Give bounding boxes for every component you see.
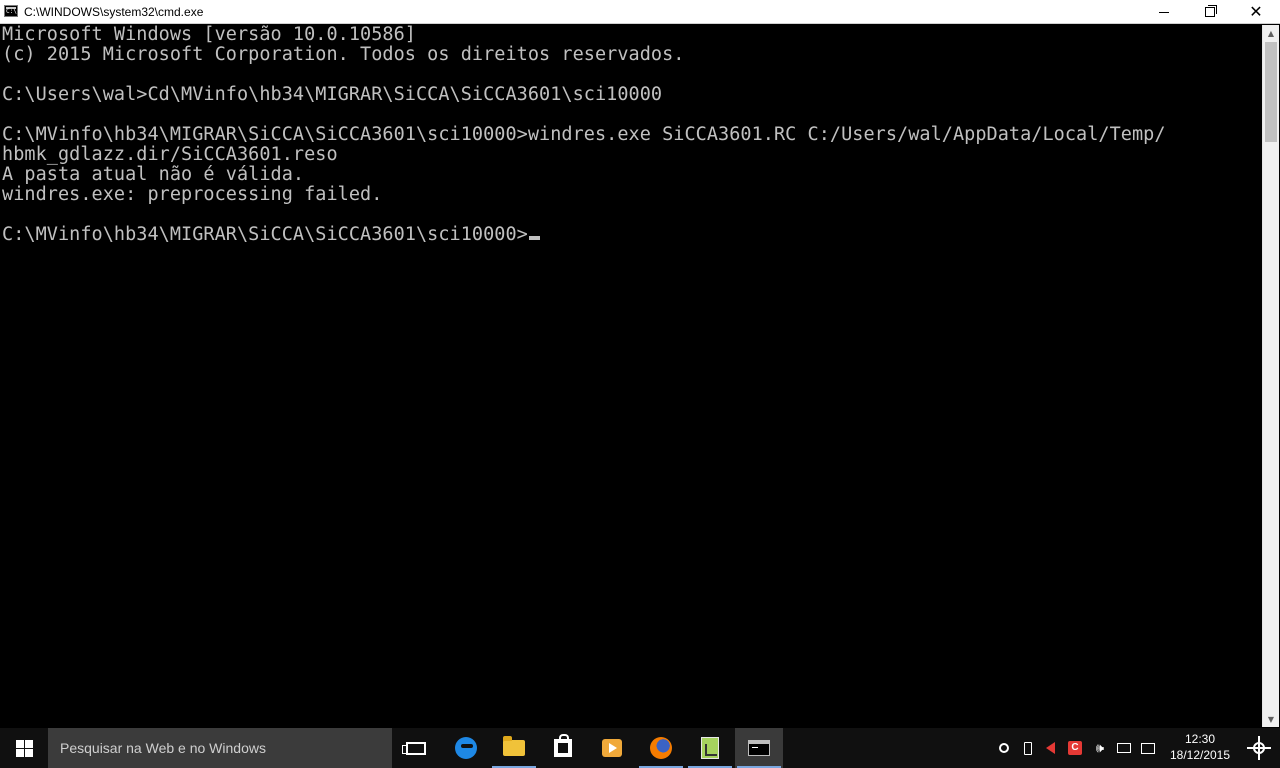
tray-record[interactable] — [996, 728, 1012, 768]
notifications-icon — [1141, 742, 1155, 754]
clock-time: 12:30 — [1184, 732, 1216, 746]
tray-c-app[interactable]: C — [1066, 728, 1084, 768]
tray-usb[interactable] — [1020, 728, 1036, 768]
brightness-icon — [1247, 736, 1271, 760]
edge-icon — [455, 737, 477, 759]
console-line: (c) 2015 Microsoft Corporation. Todos os… — [2, 44, 685, 65]
file-explorer-icon — [503, 736, 525, 756]
tray-notifications[interactable] — [1138, 728, 1158, 768]
close-button[interactable]: ✕ — [1233, 0, 1279, 24]
close-icon: ✕ — [1249, 2, 1263, 21]
scroll-up-button[interactable]: ▲ — [1263, 25, 1279, 41]
console-prompt-line[interactable]: C:\MVinfo\hb34\MIGRAR\SiCCA\SiCCA3601\sc… — [2, 225, 1166, 245]
start-button[interactable] — [0, 728, 48, 768]
search-box[interactable]: Pesquisar na Web e no Windows — [48, 728, 392, 768]
scroll-down-button[interactable]: ▼ — [1263, 711, 1279, 727]
windows-logo-icon — [15, 739, 33, 757]
notepad-icon — [701, 737, 719, 759]
cmd-app-icon[interactable] — [4, 5, 18, 17]
console-line: A pasta atual não é válida. — [2, 164, 305, 185]
text-cursor — [528, 236, 540, 240]
title-bar[interactable]: C:\WINDOWS\system32\cmd.exe ✕ — [0, 0, 1280, 24]
taskbar-clock[interactable]: 12:30 18/12/2015 — [1162, 731, 1238, 765]
task-view-icon — [402, 741, 426, 755]
volume-muted-icon — [1045, 742, 1055, 754]
minimize-icon — [1159, 11, 1169, 13]
edge-button[interactable] — [442, 728, 490, 768]
console-line: C:\Users\wal>Cd\MVinfo\hb34\MIGRAR\SiCCA… — [2, 84, 663, 105]
maximize-icon — [1205, 5, 1217, 17]
file-explorer-button[interactable] — [490, 728, 538, 768]
record-icon — [999, 743, 1009, 753]
usb-icon — [1024, 741, 1032, 755]
tray-speaker[interactable]: 🕪 — [1090, 728, 1110, 768]
maximize-button[interactable] — [1187, 0, 1233, 24]
chevron-down-icon: ▼ — [1267, 714, 1275, 724]
minimize-button[interactable] — [1141, 0, 1187, 24]
tray-volume-muted[interactable] — [1042, 728, 1058, 768]
console-output[interactable]: Microsoft Windows [versão 10.0.10586] (c… — [0, 25, 1262, 727]
notepad-button[interactable] — [686, 728, 734, 768]
search-placeholder: Pesquisar na Web e no Windows — [60, 740, 266, 756]
store-icon — [554, 734, 572, 757]
scroll-thumb[interactable] — [1265, 42, 1277, 142]
store-button[interactable] — [539, 728, 587, 768]
tray-brightness[interactable] — [1242, 728, 1276, 768]
window-title: C:\WINDOWS\system32\cmd.exe — [24, 5, 204, 19]
console-line: C:\MVinfo\hb34\MIGRAR\SiCCA\SiCCA3601\sc… — [2, 124, 1166, 145]
console-line: windres.exe: preprocessing failed. — [2, 184, 383, 205]
taskbar: Pesquisar na Web e no Windows C 🕪 12:30 … — [0, 728, 1280, 768]
console-line: Microsoft Windows [versão 10.0.10586] — [2, 25, 416, 45]
firefox-button[interactable] — [637, 728, 685, 768]
cmd-icon — [748, 740, 770, 756]
speaker-icon: 🕪 — [1095, 740, 1105, 756]
console-line: hbmk_gdlazz.dir/SiCCA3601.reso — [2, 144, 338, 165]
media-player-icon — [602, 739, 622, 757]
cmd-taskbar-button[interactable] — [735, 728, 783, 768]
network-icon — [1117, 743, 1131, 753]
clock-date: 18/12/2015 — [1169, 748, 1231, 762]
task-view-button[interactable] — [392, 728, 440, 768]
media-player-button[interactable] — [588, 728, 636, 768]
firefox-icon — [650, 737, 672, 759]
tray-network[interactable] — [1114, 728, 1134, 768]
console-prompt: C:\MVinfo\hb34\MIGRAR\SiCCA\SiCCA3601\sc… — [2, 224, 528, 245]
chevron-up-icon: ▲ — [1267, 28, 1275, 38]
vertical-scrollbar[interactable]: ▲ ▼ — [1262, 25, 1279, 727]
c-app-icon: C — [1068, 741, 1082, 755]
